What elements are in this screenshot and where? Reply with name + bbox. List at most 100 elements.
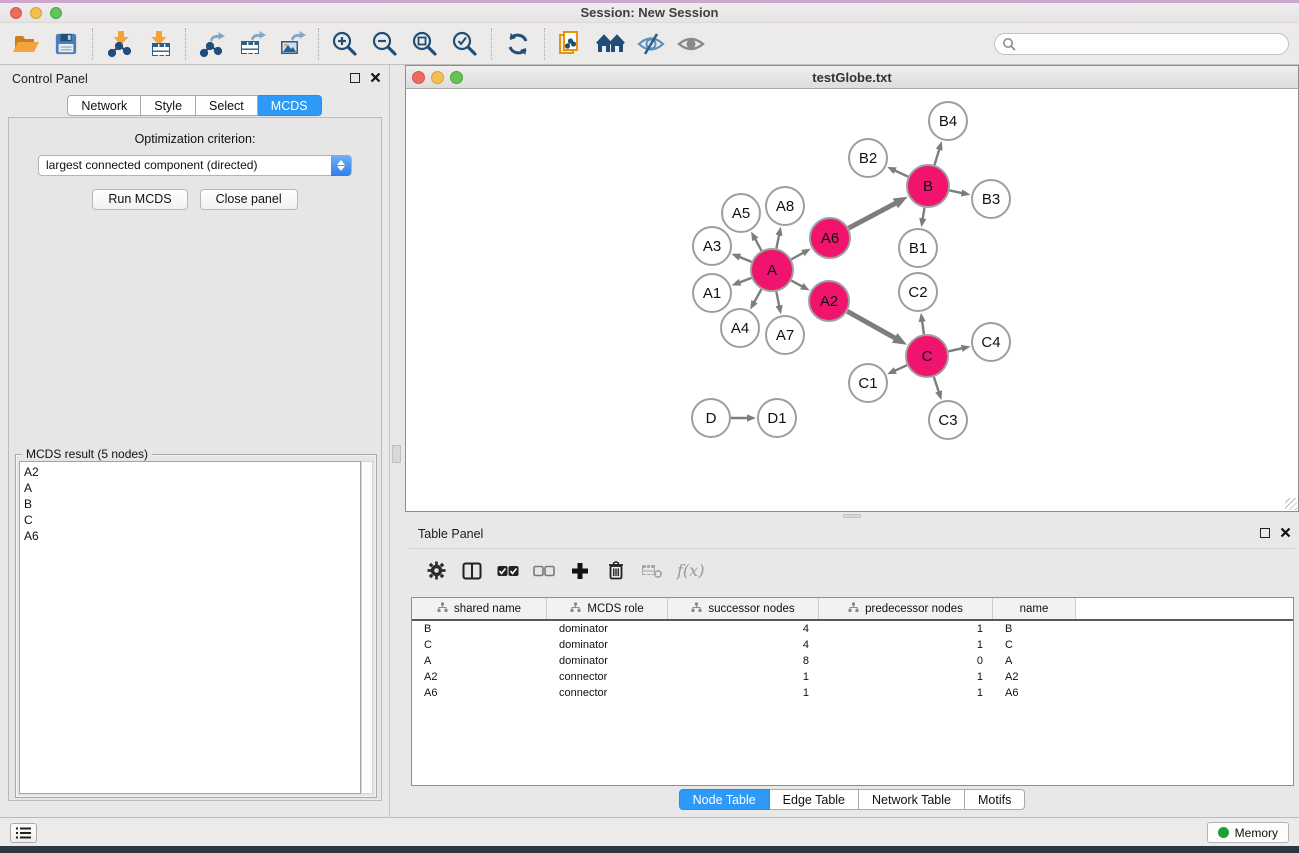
show-all-eye-icon[interactable] <box>674 27 708 61</box>
edge-C-C3[interactable] <box>934 377 939 393</box>
window-resize-grip[interactable] <box>1285 498 1297 510</box>
node-D1[interactable]: D1 <box>758 399 796 437</box>
optimization-criterion-select[interactable]: largest connected component (directed) <box>38 155 352 176</box>
zoom-fit-icon[interactable] <box>408 27 442 61</box>
tab-select[interactable]: Select <box>196 95 258 116</box>
node-B4[interactable]: B4 <box>929 102 967 140</box>
edge-C-C4[interactable] <box>948 348 962 351</box>
table-row[interactable]: A2connector11A2 <box>412 669 1293 685</box>
edge-A-A3[interactable] <box>739 257 752 262</box>
zoom-selected-icon[interactable] <box>448 27 482 61</box>
node-table[interactable]: shared nameMCDS rolesuccessor nodesprede… <box>411 597 1294 786</box>
tab-edge-table[interactable]: Edge Table <box>770 789 859 810</box>
tab-network[interactable]: Network <box>67 95 141 116</box>
table-cell[interactable]: 1 <box>819 685 993 701</box>
tab-style[interactable]: Style <box>141 95 196 116</box>
export-network-icon[interactable] <box>195 27 229 61</box>
table-cell[interactable]: 4 <box>668 621 819 637</box>
table-cell[interactable]: 0 <box>819 653 993 669</box>
open-session-icon[interactable] <box>9 27 43 61</box>
node-A8[interactable]: A8 <box>766 187 804 225</box>
table-cell[interactable]: 1 <box>819 669 993 685</box>
table-cell[interactable]: C <box>993 637 1076 653</box>
result-list-item[interactable]: A2 <box>24 464 360 480</box>
edge-A2-C[interactable] <box>847 311 895 338</box>
table-cell[interactable]: A <box>993 653 1076 669</box>
new-network-from-selection-icon[interactable] <box>554 27 588 61</box>
table-cell[interactable]: A6 <box>412 685 547 701</box>
table-row[interactable]: A6connector11A6 <box>412 685 1293 701</box>
edge-C-C1[interactable] <box>894 365 907 371</box>
table-cell[interactable]: dominator <box>547 653 668 669</box>
edge-C-C2[interactable] <box>922 321 924 334</box>
node-D[interactable]: D <box>692 399 730 437</box>
table-cell[interactable]: 8 <box>668 653 819 669</box>
table-cell[interactable]: 1 <box>819 621 993 637</box>
table-cell[interactable]: B <box>993 621 1076 637</box>
result-list-scrollbar[interactable] <box>361 461 373 794</box>
edge-A6-B[interactable] <box>849 203 897 228</box>
result-list-item[interactable]: A6 <box>24 528 360 544</box>
column-settings-gear-icon[interactable] <box>425 559 447 583</box>
node-B1[interactable]: B1 <box>899 229 937 267</box>
node-C[interactable]: C <box>906 335 948 377</box>
node-C1[interactable]: C1 <box>849 364 887 402</box>
edge-B-B4[interactable] <box>934 149 939 165</box>
column-header-shared-name[interactable]: shared name <box>412 598 547 619</box>
deselect-all-checkboxes-icon[interactable] <box>533 559 555 583</box>
node-A1[interactable]: A1 <box>693 274 731 312</box>
node-A7[interactable]: A7 <box>766 316 804 354</box>
table-cell[interactable]: B <box>412 621 547 637</box>
node-A2[interactable]: A2 <box>809 281 849 321</box>
table-cell[interactable]: A2 <box>412 669 547 685</box>
vertical-splitter[interactable] <box>390 65 405 817</box>
column-header-predecessor-nodes[interactable]: predecessor nodes <box>819 598 993 619</box>
edge-A-A6[interactable] <box>791 252 803 259</box>
column-header-name[interactable]: name <box>993 598 1076 619</box>
horizontal-splitter[interactable] <box>405 512 1299 520</box>
result-list-item[interactable]: A <box>24 480 360 496</box>
edge-B-B1[interactable] <box>923 208 925 220</box>
import-network-icon[interactable] <box>102 27 136 61</box>
export-image-icon[interactable] <box>275 27 309 61</box>
tab-mcds[interactable]: MCDS <box>258 95 322 116</box>
edge-A-A1[interactable] <box>739 278 751 283</box>
hide-selected-eye-slash-icon[interactable] <box>634 27 668 61</box>
table-row[interactable]: Cdominator41C <box>412 637 1293 653</box>
add-column-icon[interactable] <box>569 559 591 583</box>
show-column-selector-icon[interactable] <box>461 559 483 583</box>
table-cell[interactable]: A2 <box>993 669 1076 685</box>
table-cell[interactable]: 1 <box>668 685 819 701</box>
edge-A-A8[interactable] <box>776 234 779 248</box>
edge-A-A7[interactable] <box>776 292 779 307</box>
table-cell[interactable]: C <box>412 637 547 653</box>
table-cell[interactable]: A6 <box>993 685 1076 701</box>
zoom-in-icon[interactable] <box>328 27 362 61</box>
close-panel-button[interactable]: Close panel <box>200 189 298 210</box>
export-table-icon[interactable] <box>235 27 269 61</box>
network-canvas[interactable]: AA1A2A3A4A5A6A7A8BB1B2B3B4CC1C2C3C4DD1 <box>406 89 1298 511</box>
search-input[interactable] <box>994 33 1289 55</box>
table-cell[interactable]: 1 <box>819 637 993 653</box>
float-panel-icon[interactable] <box>350 73 360 83</box>
save-session-icon[interactable] <box>49 27 83 61</box>
table-cell[interactable]: 1 <box>668 669 819 685</box>
run-mcds-button[interactable]: Run MCDS <box>92 189 187 210</box>
select-all-checkboxes-icon[interactable] <box>497 559 519 583</box>
splitter-grip[interactable] <box>843 514 861 518</box>
node-B2[interactable]: B2 <box>849 139 887 177</box>
column-header-successor-nodes[interactable]: successor nodes <box>668 598 819 619</box>
table-cell[interactable]: A <box>412 653 547 669</box>
result-list-item[interactable]: C <box>24 512 360 528</box>
task-history-list-button[interactable] <box>10 823 37 843</box>
import-table-icon[interactable] <box>142 27 176 61</box>
apply-layout-icon[interactable] <box>501 27 535 61</box>
node-A6[interactable]: A6 <box>810 218 850 258</box>
edge-B-B2[interactable] <box>894 170 908 176</box>
edge-A-A5[interactable] <box>755 238 762 250</box>
splitter-grip[interactable] <box>392 445 401 463</box>
close-panel-icon[interactable] <box>1280 527 1291 538</box>
node-B[interactable]: B <box>907 165 949 207</box>
tab-motifs[interactable]: Motifs <box>965 789 1025 810</box>
close-panel-icon[interactable] <box>370 72 381 83</box>
